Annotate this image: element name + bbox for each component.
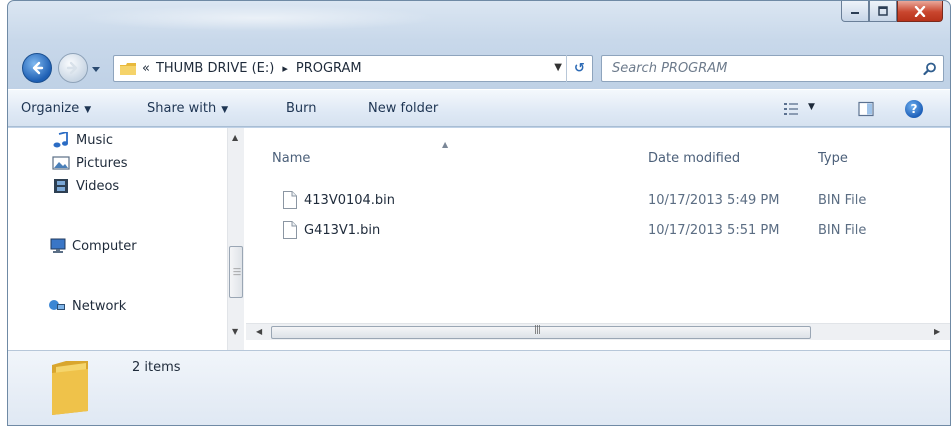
back-arrow-icon: [32, 61, 44, 75]
share-with-label: Share with: [147, 101, 217, 116]
navigation-pane-scrollbar[interactable]: ▲ — — — ▼: [227, 128, 244, 350]
scroll-left-icon[interactable]: ◀: [256, 327, 262, 336]
nav-item-label: Music: [76, 132, 113, 148]
folder-icon: [52, 361, 88, 415]
address-bar[interactable]: « THUMB DRIVE (E:) ▸ PROGRAM ▼ ↺: [113, 55, 593, 82]
address-history-chevron-icon[interactable]: ▼: [554, 62, 562, 73]
folder-icon: [120, 62, 136, 75]
column-header-name[interactable]: Name: [272, 151, 310, 166]
share-with-chevron-icon: ▼: [221, 105, 229, 115]
file-date-modified: 10/17/2013 5:49 PM: [648, 193, 780, 208]
scroll-right-icon[interactable]: ▶: [934, 327, 940, 336]
nav-item-label: Pictures: [76, 155, 128, 171]
organize-label: Organize: [21, 101, 80, 116]
content-area: Music Pictures Videos Computer Network ▲…: [8, 128, 950, 350]
refresh-button[interactable]: ↺: [566, 55, 592, 82]
item-count: 2 items: [132, 360, 181, 375]
horizontal-scrollbar-thumb[interactable]: |||: [271, 325, 811, 339]
close-icon: [914, 5, 926, 17]
caption-buttons: [841, 1, 943, 23]
recent-pages-chevron-icon[interactable]: [92, 65, 100, 73]
breadcrumb-program[interactable]: PROGRAM: [296, 61, 362, 76]
music-icon: [53, 132, 68, 148]
scroll-up-icon[interactable]: ▲: [232, 133, 238, 142]
file-row[interactable]: 413V0104.bin 10/17/2013 5:49 PM BIN File: [246, 191, 946, 213]
scrollbar-thumb[interactable]: — — —: [229, 246, 243, 298]
navigation-bar: « THUMB DRIVE (E:) ▸ PROGRAM ▼ ↺: [8, 47, 950, 89]
file-date-modified: 10/17/2013 5:51 PM: [648, 223, 780, 238]
new-folder-button[interactable]: New folder: [368, 101, 438, 116]
organize-chevron-icon: ▼: [84, 105, 92, 115]
forward-arrow-icon: [66, 61, 78, 75]
command-bar: Organize ▼ Share with ▼ Burn New folder ▼ …: [8, 89, 950, 127]
breadcrumb-thumb-drive[interactable]: THUMB DRIVE (E:): [156, 61, 274, 76]
pictures-icon: [52, 156, 70, 170]
title-bar[interactable]: [78, 5, 438, 31]
network-icon: [49, 300, 65, 310]
column-header-type[interactable]: Type: [818, 151, 848, 166]
forward-button[interactable]: [58, 53, 88, 83]
close-button[interactable]: [897, 1, 943, 22]
view-options-chevron-icon[interactable]: ▼: [808, 102, 815, 112]
sort-ascending-icon: ▲: [442, 140, 449, 149]
breadcrumb-overflow[interactable]: «: [142, 61, 150, 76]
breadcrumb-separator-icon[interactable]: ▸: [282, 62, 288, 75]
file-icon: [283, 221, 297, 239]
search-icon[interactable]: [923, 62, 937, 76]
navigation-pane: Music Pictures Videos Computer Network ▲…: [8, 128, 245, 350]
search-box[interactable]: [601, 55, 944, 82]
change-view-icon[interactable]: [783, 102, 799, 116]
help-icon[interactable]: ?: [905, 100, 923, 118]
file-list: ▲ Name Date modified Type 413V0104.bin 1…: [246, 128, 950, 350]
search-input[interactable]: [612, 61, 902, 76]
file-icon: [283, 191, 297, 209]
grip-icon: |||: [534, 325, 541, 335]
new-folder-label: New folder: [368, 101, 439, 116]
file-row[interactable]: G413V1.bin 10/17/2013 5:51 PM BIN File: [246, 221, 946, 243]
nav-item-videos[interactable]: Videos: [52, 178, 119, 194]
share-with-button[interactable]: Share with ▼: [147, 101, 228, 116]
computer-icon: [50, 238, 66, 253]
minimize-icon: [851, 12, 859, 14]
organize-button[interactable]: Organize ▼: [21, 101, 91, 116]
burn-label: Burn: [286, 101, 317, 116]
nav-item-label: Videos: [76, 178, 120, 194]
nav-item-pictures[interactable]: Pictures: [52, 155, 127, 171]
horizontal-scrollbar[interactable]: ◀ ||| ▶: [246, 323, 950, 340]
file-type: BIN File: [818, 223, 867, 238]
nav-item-music[interactable]: Music: [52, 132, 113, 148]
maximize-icon: [878, 6, 888, 16]
nav-item-label: Network: [72, 298, 127, 314]
refresh-icon: ↺: [574, 61, 585, 76]
details-pane: 2 items: [8, 350, 950, 425]
videos-icon: [54, 179, 68, 193]
nav-item-label: Computer: [72, 238, 137, 254]
nav-item-network[interactable]: Network: [48, 298, 126, 314]
explorer-window: « THUMB DRIVE (E:) ▸ PROGRAM ▼ ↺ Organiz…: [7, 0, 951, 426]
file-name: G413V1.bin: [304, 223, 381, 238]
preview-pane-icon[interactable]: [858, 101, 874, 117]
file-type: BIN File: [818, 193, 867, 208]
nav-item-computer[interactable]: Computer: [48, 238, 137, 254]
maximize-button[interactable]: [869, 1, 897, 22]
back-button[interactable]: [22, 53, 52, 83]
minimize-button[interactable]: [841, 1, 869, 22]
burn-button[interactable]: Burn: [286, 101, 317, 116]
scroll-down-icon[interactable]: ▼: [232, 327, 238, 336]
grip-icon: — — —: [233, 264, 241, 279]
file-name: 413V0104.bin: [304, 193, 396, 208]
column-header-date-modified[interactable]: Date modified: [648, 151, 740, 166]
